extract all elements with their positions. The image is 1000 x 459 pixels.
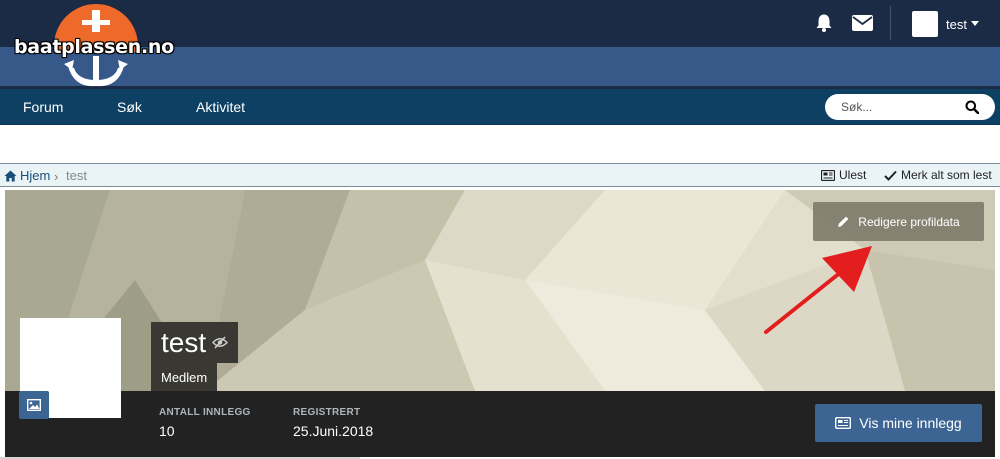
nav-item-activity[interactable]: Aktivitet [196, 99, 245, 115]
search-box [825, 94, 995, 120]
caret-down-icon[interactable] [971, 21, 979, 26]
envelope-icon[interactable] [852, 15, 873, 31]
user-menu-label[interactable]: test [946, 17, 967, 32]
mark-all-read-label: Merk alt som lest [901, 168, 992, 182]
edit-profile-button[interactable]: Redigere profildata [813, 202, 984, 241]
profile-name-box: test [151, 322, 239, 363]
newspaper-icon [835, 417, 852, 429]
header-divider [890, 6, 891, 40]
chevron-right-icon: › [54, 169, 59, 184]
view-my-posts-label: Vis mine innlegg [859, 415, 962, 431]
stat-posts-value: 10 [159, 423, 175, 439]
breadcrumb-current: test [66, 168, 87, 183]
nav-item-forum[interactable]: Forum [23, 99, 63, 115]
image-icon [27, 399, 41, 411]
profile-name: test [161, 326, 207, 358]
breadcrumb-home-label: Hjem [20, 168, 51, 183]
profile-role-box: Medlem [151, 363, 218, 391]
home-icon [4, 170, 17, 181]
breadcrumb-home[interactable]: Hjem [4, 168, 50, 183]
bell-icon[interactable] [814, 13, 834, 33]
change-photo-button[interactable] [19, 391, 49, 419]
eye-slash-icon [212, 336, 229, 349]
newspaper-icon [821, 169, 835, 181]
search-icon[interactable] [965, 100, 979, 114]
stat-posts-label: ANTALL INNLEGG [159, 407, 251, 418]
pencil-icon [838, 216, 849, 227]
mark-all-read-link[interactable]: Merk alt som lest [884, 168, 992, 182]
stat-registered-value: 25.Juni.2018 [293, 423, 374, 439]
search-input[interactable] [841, 99, 961, 115]
unread-link[interactable]: Ulest [821, 168, 866, 182]
profile-role: Medlem [161, 369, 208, 385]
site-logo[interactable]: baatplassen.no [14, 4, 190, 87]
nav-item-search[interactable]: Søk [117, 99, 142, 115]
annotation-arrow-icon [764, 246, 872, 334]
check-icon [884, 170, 897, 181]
logo-text: baatplassen.no [14, 36, 174, 58]
stat-registered-label: REGISTRERT [293, 407, 361, 418]
view-my-posts-button[interactable]: Vis mine innlegg [815, 404, 982, 442]
unread-label: Ulest [839, 168, 867, 182]
edit-profile-label: Redigere profildata [858, 214, 960, 229]
user-avatar[interactable] [912, 11, 938, 37]
